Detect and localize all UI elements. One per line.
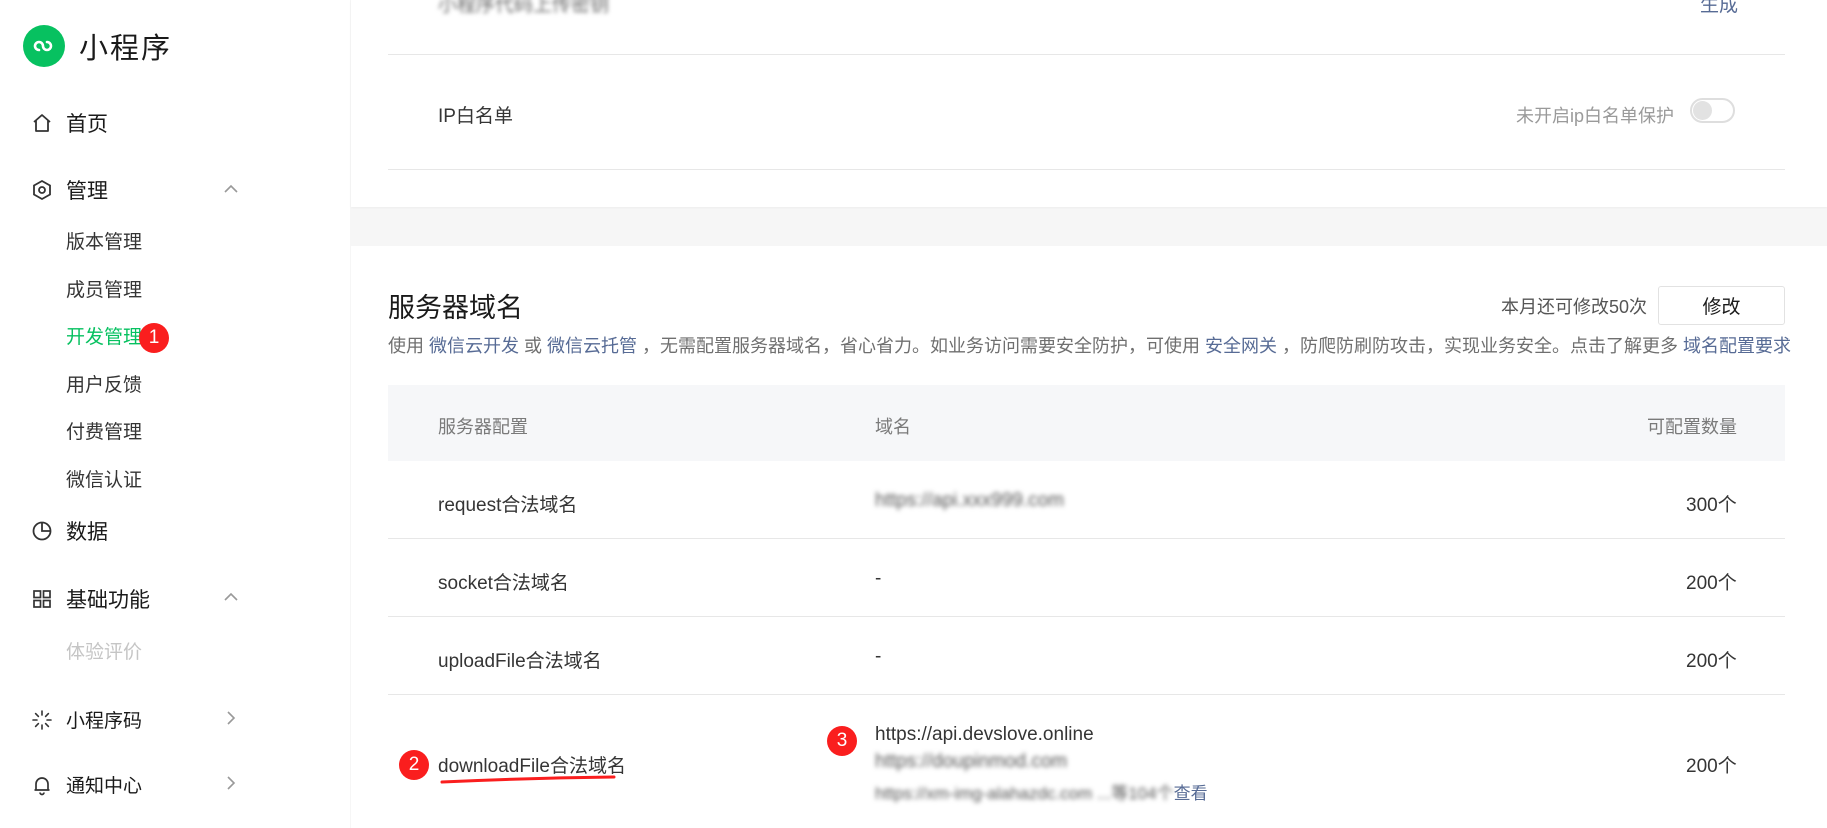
row-divider	[388, 694, 1785, 695]
sidebar-item-feedback[interactable]: 用户反馈	[66, 370, 142, 397]
row-socket-domain: -	[875, 568, 882, 589]
chevron-right-icon[interactable]	[220, 707, 242, 729]
ip-whitelist-label: IP白名单	[438, 106, 513, 127]
nav-qrcode[interactable]: 小程序码	[30, 706, 142, 733]
desc-text: 使用	[388, 336, 430, 356]
link-cloud-dev[interactable]: 微信云开发	[429, 336, 519, 356]
row-divider	[388, 616, 1785, 617]
nav-basic-label: 基础功能	[66, 589, 150, 612]
sidebar-item-version[interactable]: 版本管理	[66, 227, 142, 254]
modify-button[interactable]: 修改	[1658, 286, 1785, 325]
cut-off-setting-link[interactable]: 生成	[1700, 0, 1738, 17]
modify-quota-text: 本月还可修改50次	[1501, 297, 1648, 317]
sidebar: 小程序 首页 管理 版本管理 成员管理 开发管理 用户反馈 付费管理 微信认证 …	[0, 0, 350, 828]
settings-hexagon-icon	[30, 178, 54, 202]
sun-qrcode-icon	[30, 708, 54, 732]
domain-text: https://api.devslove.online	[875, 724, 1094, 745]
nav-home[interactable]: 首页	[30, 108, 108, 138]
sidebar-item-wechat-auth[interactable]: 微信认证	[66, 465, 142, 492]
annotation-marker-1: 1	[139, 323, 169, 353]
server-domain-title: 服务器域名	[388, 293, 523, 323]
nav-home-label: 首页	[66, 113, 108, 136]
row-upload-name: uploadFile合法域名	[438, 651, 602, 672]
nav-notify[interactable]: 通知中心	[30, 771, 142, 798]
nav-qrcode-label: 小程序码	[66, 711, 143, 732]
domain-text: https://xm-img-alahazdc.com	[875, 784, 1093, 803]
column-header-count: 可配置数量	[1647, 417, 1737, 437]
desc-text: ，防爬防刷防攻击，实现业务安全。点击了解更多	[1277, 336, 1684, 356]
toggle-knob	[1693, 101, 1712, 120]
ip-whitelist-status: 未开启ip白名单保护	[1516, 106, 1675, 126]
brand-title: 小程序	[79, 33, 173, 65]
row-upload-count: 200个	[1686, 651, 1737, 672]
link-domain-requirements[interactable]: 域名配置要求	[1683, 336, 1791, 356]
row-download-name: downloadFile合法域名	[438, 756, 626, 777]
nav-notify-label: 通知中心	[66, 776, 143, 797]
row-download-domain-3: https://xm-img-alahazdc.com ...等104个查看	[875, 779, 1208, 804]
row-download-domain-2: https://doupinmod.com	[875, 751, 1068, 772]
row-request-domain: https://api.xxx999.com	[875, 490, 1065, 511]
chevron-up-icon[interactable]	[220, 178, 242, 200]
sidebar-item-experience[interactable]: 体验评价	[66, 637, 142, 664]
column-header-config: 服务器配置	[438, 417, 528, 437]
link-security-gateway[interactable]: 安全网关	[1205, 336, 1277, 356]
ip-whitelist-toggle[interactable]	[1690, 98, 1735, 123]
nav-data[interactable]: 数据	[30, 516, 108, 546]
chevron-up-icon[interactable]	[220, 586, 242, 608]
grid-apps-icon	[30, 587, 54, 611]
nav-data-label: 数据	[66, 521, 108, 544]
row-socket-name: socket合法域名	[438, 573, 569, 594]
row-download-count: 200个	[1686, 756, 1737, 777]
server-domain-description: 使用 微信云开发 或 微信云托管 ，无需配置服务器域名，省心省力。如业务访问需要…	[388, 332, 1791, 358]
view-more-link[interactable]: 查看	[1174, 784, 1208, 803]
row-request-count: 300个	[1686, 495, 1737, 516]
row-upload-domain: -	[875, 646, 882, 667]
pie-chart-icon	[30, 519, 54, 543]
annotation-marker-3: 3	[827, 726, 857, 756]
link-cloud-hosting[interactable]: 微信云托管	[547, 336, 637, 356]
mini-program-logo-icon	[23, 25, 65, 67]
nav-manage[interactable]: 管理	[30, 175, 108, 205]
red-underline-annotation	[440, 775, 616, 784]
divider	[388, 54, 1785, 55]
nav-manage-label: 管理	[66, 180, 108, 203]
row-request-name: request合法域名	[438, 495, 578, 516]
nav-basic[interactable]: 基础功能	[30, 584, 150, 614]
more-count-text: ...等104个	[1097, 784, 1174, 803]
row-divider	[388, 538, 1785, 539]
annotation-marker-2: 2	[399, 750, 429, 780]
desc-text: 或	[519, 336, 548, 356]
row-download-domain-1: https://api.devslove.online	[875, 724, 1094, 746]
brand[interactable]: 小程序	[23, 25, 172, 67]
sidebar-item-dev-manage[interactable]: 开发管理	[66, 322, 142, 349]
row-socket-count: 200个	[1686, 573, 1737, 594]
cut-off-setting-label: 小程序代码上传密钥	[438, 0, 610, 16]
home-icon	[30, 111, 54, 135]
sidebar-item-members[interactable]: 成员管理	[66, 275, 142, 302]
table-header: 服务器配置 域名 可配置数量	[388, 385, 1785, 461]
chevron-right-icon[interactable]	[220, 772, 242, 794]
bell-icon	[30, 773, 54, 797]
desc-text: ，无需配置服务器域名，省心省力。如业务访问需要安全防护，可使用	[637, 336, 1206, 356]
column-header-domain: 域名	[875, 417, 911, 437]
divider	[388, 169, 1785, 170]
sidebar-item-payment[interactable]: 付费管理	[66, 417, 142, 444]
